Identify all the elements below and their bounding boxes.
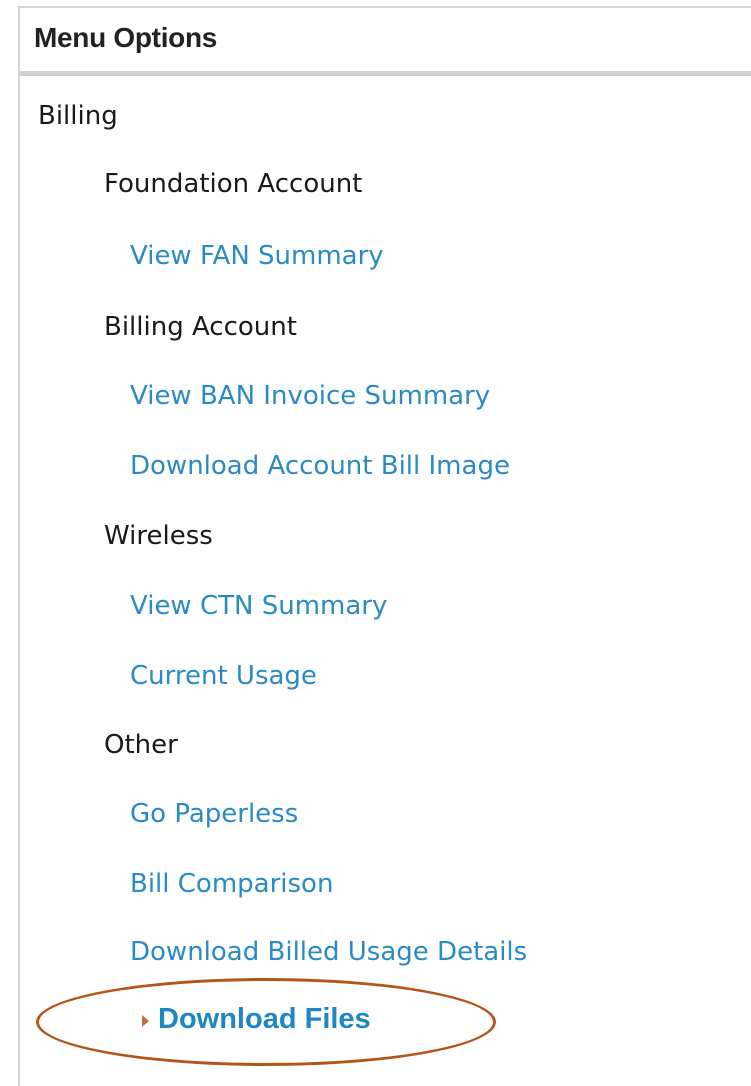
menu-group-other[interactable]: Other (104, 729, 178, 761)
link-download-billed-usage-details[interactable]: Download Billed Usage Details (130, 936, 527, 968)
menu-section-billing[interactable]: Billing (38, 100, 118, 132)
link-view-ban-invoice-summary[interactable]: View BAN Invoice Summary (130, 380, 490, 412)
link-view-ctn-summary[interactable]: View CTN Summary (130, 590, 387, 622)
menu-group-billing-account[interactable]: Billing Account (104, 311, 297, 343)
panel-header: Menu Options (20, 8, 751, 76)
link-download-account-bill-image[interactable]: Download Account Bill Image (130, 450, 510, 482)
panel-title: Menu Options (34, 22, 218, 53)
arrow-right-icon (142, 1015, 149, 1027)
link-view-fan-summary[interactable]: View FAN Summary (130, 240, 384, 272)
link-download-files[interactable]: Download Files (158, 1003, 371, 1035)
link-bill-comparison[interactable]: Bill Comparison (130, 868, 333, 900)
menu-group-wireless[interactable]: Wireless (104, 520, 213, 552)
link-current-usage[interactable]: Current Usage (130, 660, 317, 692)
link-go-paperless[interactable]: Go Paperless (130, 798, 298, 830)
menu-group-foundation-account[interactable]: Foundation Account (104, 168, 362, 200)
